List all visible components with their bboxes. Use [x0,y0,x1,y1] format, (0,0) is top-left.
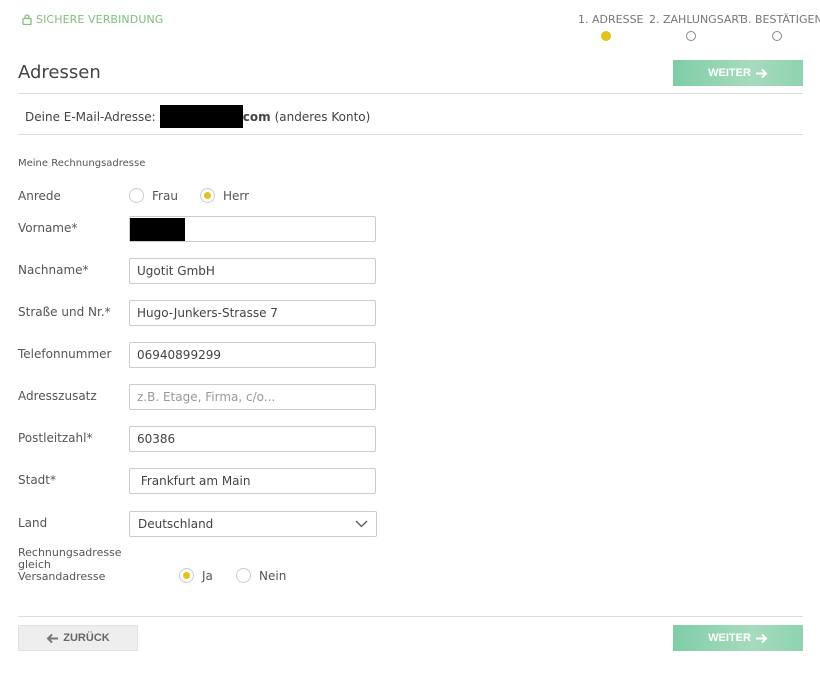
street-label: Straße und Nr.* [18,305,111,319]
salutation-radio-frau[interactable]: Frau [129,188,178,203]
continue-button-label: WEITER [708,632,751,644]
radio-circle[interactable] [129,188,144,203]
other-account-link[interactable]: (anderes Konto) [275,110,371,124]
salutation-label: Anrede [18,189,61,203]
step-confirm-label: 3. BESTÄTIGEN [741,13,820,26]
phone-label: Telefonnummer [18,347,112,361]
arrow-right-icon [755,633,768,643]
radio-label: Frau [152,188,178,203]
street-input[interactable] [129,300,376,326]
continue-button-top[interactable]: WEITER [673,60,803,86]
divider [18,134,803,135]
email-info: Deine E-Mail-Adresse: com (anderes Konto… [25,105,370,128]
divider [18,93,803,94]
step-payment-indicator [686,31,696,41]
email-domain-suffix: com [242,109,271,124]
secure-connection-indicator: SICHERE VERBINDUNG [22,13,163,26]
address-extra-label: Adresszusatz [18,389,97,403]
secure-connection-label: SICHERE VERBINDUNG [36,13,164,26]
continue-button-label: WEITER [708,67,751,79]
back-button[interactable]: ZURÜCK [18,625,138,651]
city-label: Stadt* [18,473,56,487]
back-button-label: ZURÜCK [63,632,110,644]
city-input[interactable] [129,468,376,494]
continue-button-bottom[interactable]: WEITER [673,625,803,651]
divider [18,616,803,617]
radio-circle[interactable] [236,568,251,583]
salutation-radio-herr[interactable]: Herr [200,188,249,203]
step-address-indicator [601,31,611,41]
address-extra-input[interactable] [129,384,376,410]
step-address-label: 1. ADRESSE [578,13,644,26]
step-confirm-indicator [772,31,782,41]
arrow-right-icon [755,68,768,78]
arrow-left-icon [46,633,59,643]
zip-label: Postleitzahl* [18,431,93,445]
country-label: Land [18,516,48,530]
radio-circle-selected[interactable] [200,188,215,203]
page-title: Adressen [18,62,101,83]
same-shipping-radio-nein[interactable]: Nein [236,568,286,583]
zip-input[interactable] [129,426,376,452]
country-select-value: Deutschland [138,517,214,531]
step-payment-label: 2. ZAHLUNGSART [649,13,745,26]
radio-label: Herr [223,188,250,203]
email-prefix: Deine E-Mail-Adresse: [25,109,156,124]
lock-icon [22,14,32,25]
chevron-down-icon [355,520,368,528]
same-shipping-label: Rechnungsadresse gleich Versandadresse [18,546,122,583]
radio-label: Ja [202,568,213,583]
radio-circle-selected[interactable] [179,568,194,583]
radio-label: Nein [259,568,287,583]
last-name-input[interactable] [129,258,376,284]
redacted-email [159,105,243,128]
redacted-first-name [130,218,185,241]
section-title: Meine Rechnungsadresse [18,158,146,169]
same-shipping-radio-ja[interactable]: Ja [179,568,213,583]
country-select[interactable]: Deutschland [129,511,377,537]
first-name-label: Vorname* [18,221,78,235]
phone-input[interactable] [129,342,376,368]
last-name-label: Nachname* [18,263,89,277]
